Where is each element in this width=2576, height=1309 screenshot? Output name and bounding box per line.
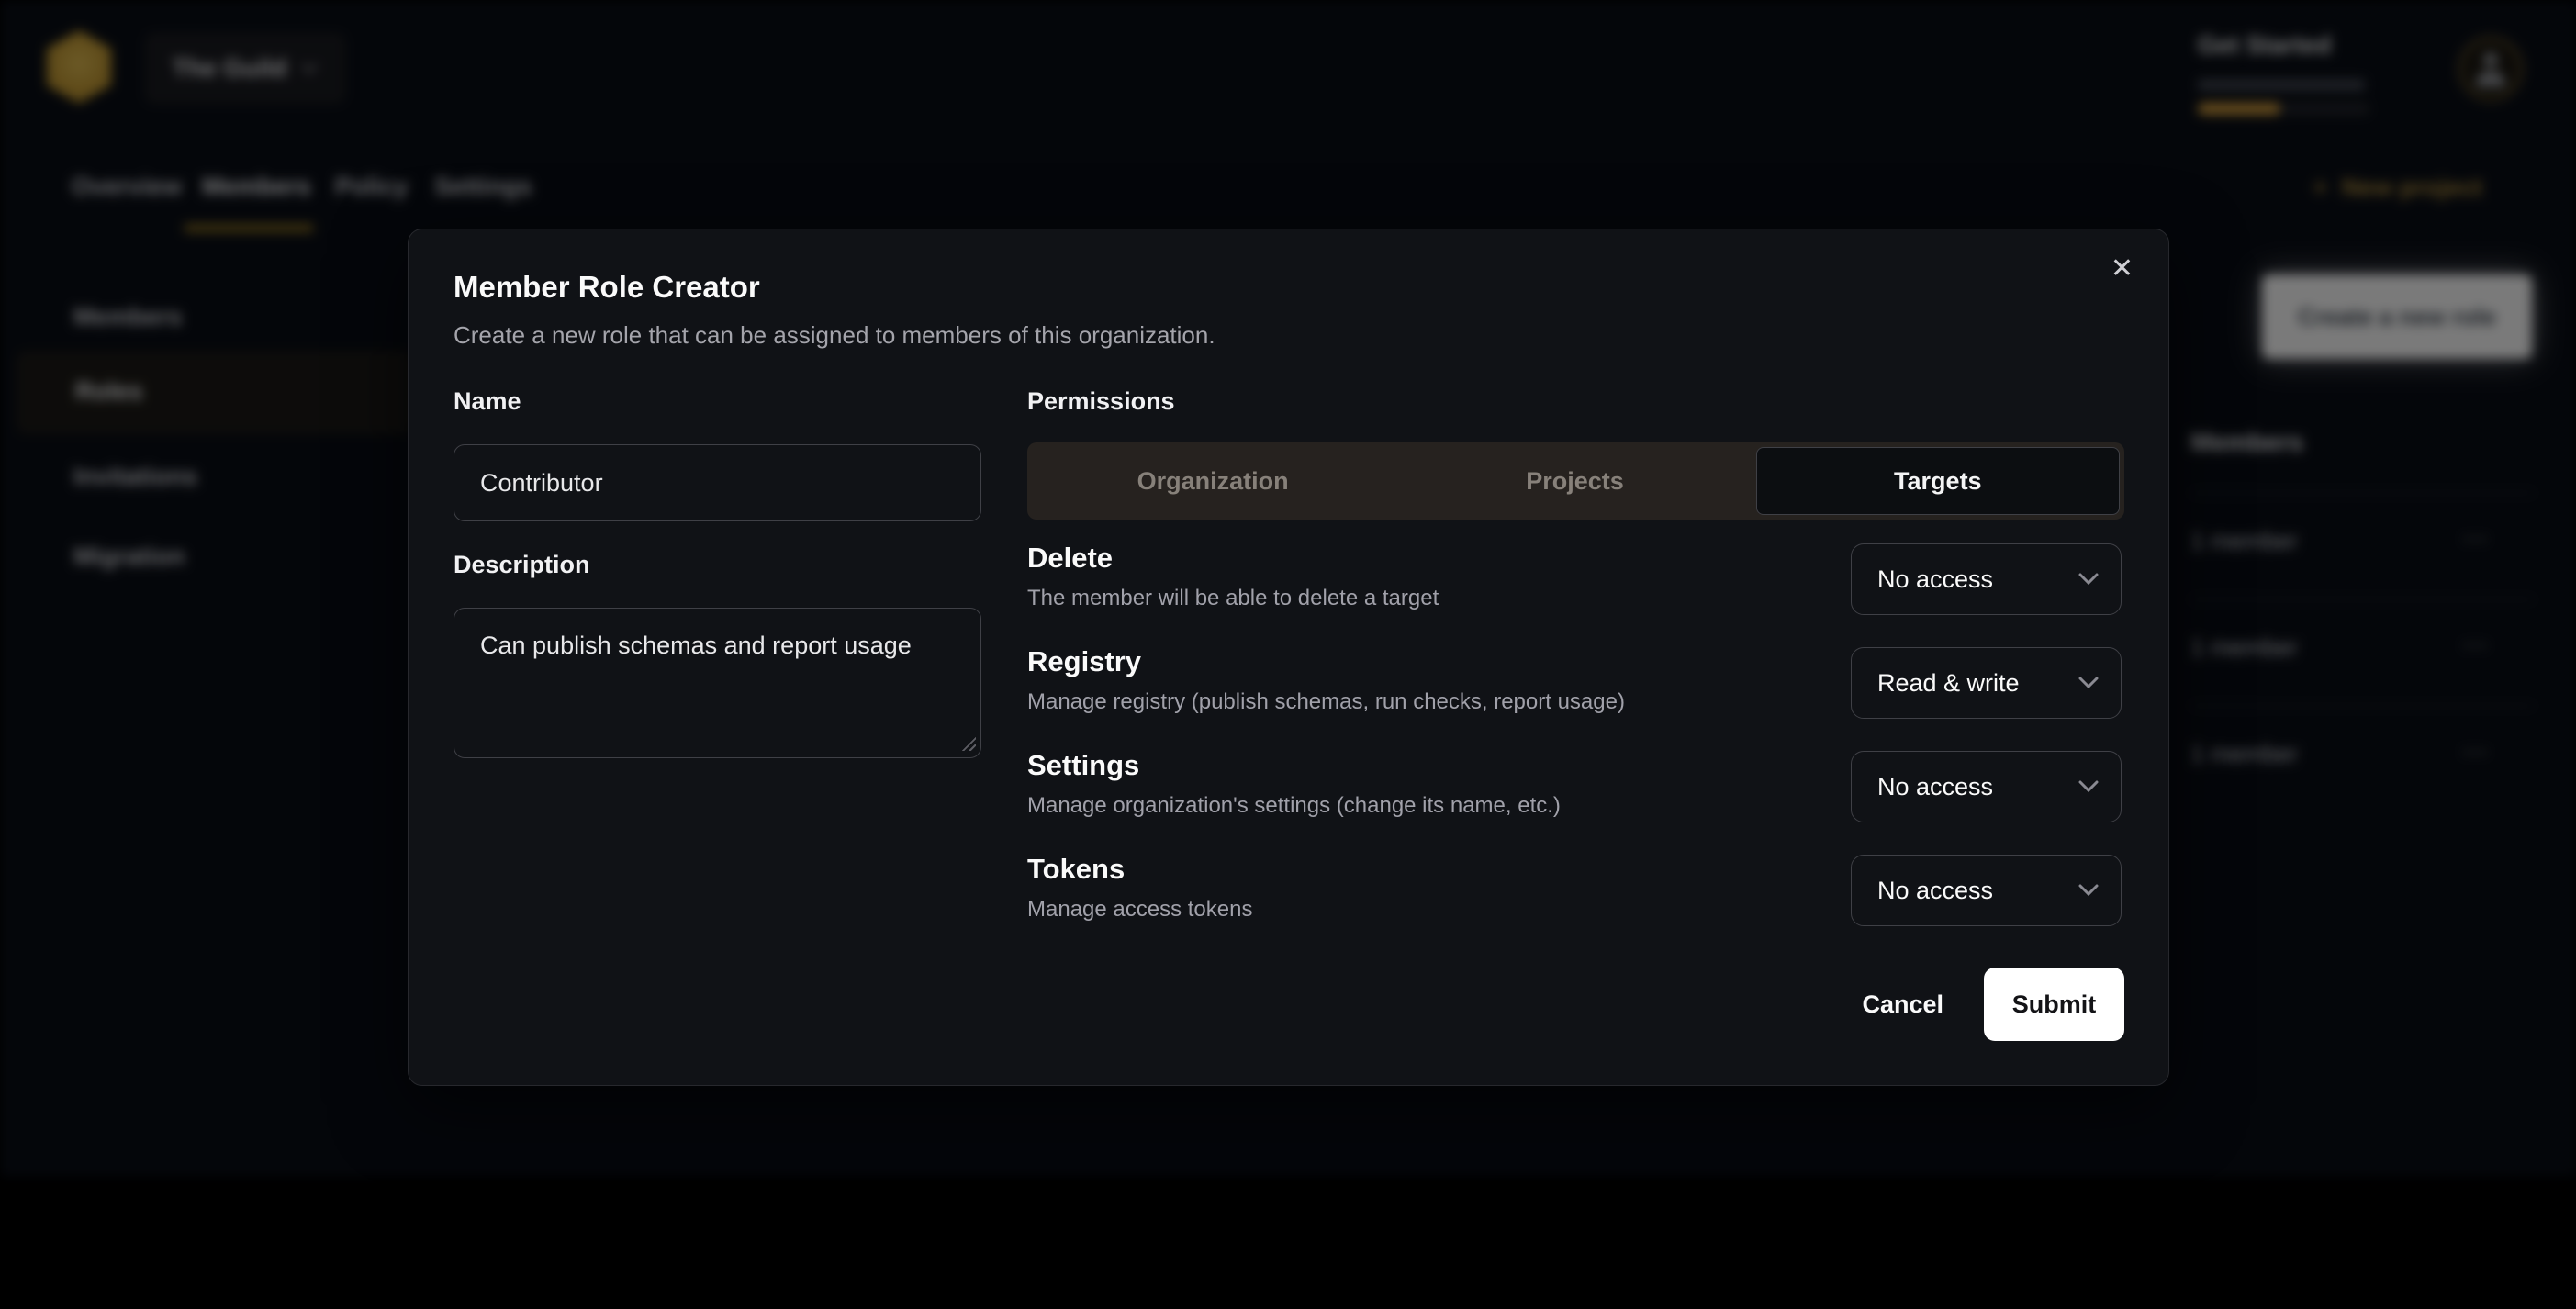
name-label: Name xyxy=(454,387,521,416)
chevron-down-icon xyxy=(2078,884,2099,897)
chevron-down-icon xyxy=(2078,677,2099,689)
permission-row-settings: Settings Manage organization's settings … xyxy=(1027,749,2122,819)
submit-button[interactable]: Submit xyxy=(1984,968,2124,1041)
tokens-access-select[interactable]: No access xyxy=(1851,855,2122,926)
chevron-down-icon xyxy=(2078,573,2099,586)
screen: The Guild Overview Members Policy Settin… xyxy=(0,0,2576,1309)
chevron-down-icon xyxy=(2078,780,2099,793)
selected-value: No access xyxy=(1877,773,2078,801)
dialog-title: Member Role Creator xyxy=(454,270,760,305)
tab-projects[interactable]: Projects xyxy=(1394,447,1755,515)
selected-value: No access xyxy=(1877,565,2078,594)
registry-access-select[interactable]: Read & write xyxy=(1851,647,2122,719)
permission-row-delete: Delete The member will be able to delete… xyxy=(1027,542,2122,611)
name-input[interactable] xyxy=(454,444,981,521)
permissions-label: Permissions xyxy=(1027,387,1175,416)
resize-handle[interactable] xyxy=(960,735,976,751)
description-label: Description xyxy=(454,551,590,579)
permissions-tabs: Organization Projects Targets xyxy=(1027,442,2124,520)
description-field-wrap: Can publish schemas and report usage xyxy=(454,608,981,758)
delete-access-select[interactable]: No access xyxy=(1851,543,2122,615)
dialog-actions: Cancel Submit xyxy=(1849,968,2124,1041)
selected-value: No access xyxy=(1877,877,2078,905)
permission-row-tokens: Tokens Manage access tokens No access xyxy=(1027,853,2122,923)
cancel-button[interactable]: Cancel xyxy=(1849,968,1956,1041)
selected-value: Read & write xyxy=(1877,669,2078,698)
member-role-creator-dialog: ✕ Member Role Creator Create a new role … xyxy=(408,229,2169,1086)
tab-targets[interactable]: Targets xyxy=(1756,447,2120,515)
close-icon[interactable]: ✕ xyxy=(2111,255,2134,283)
dialog-subtitle: Create a new role that can be assigned t… xyxy=(454,321,1215,350)
tab-organization[interactable]: Organization xyxy=(1032,447,1394,515)
settings-access-select[interactable]: No access xyxy=(1851,751,2122,822)
description-textarea[interactable]: Can publish schemas and report usage xyxy=(454,608,981,758)
permission-row-registry: Registry Manage registry (publish schema… xyxy=(1027,645,2122,715)
